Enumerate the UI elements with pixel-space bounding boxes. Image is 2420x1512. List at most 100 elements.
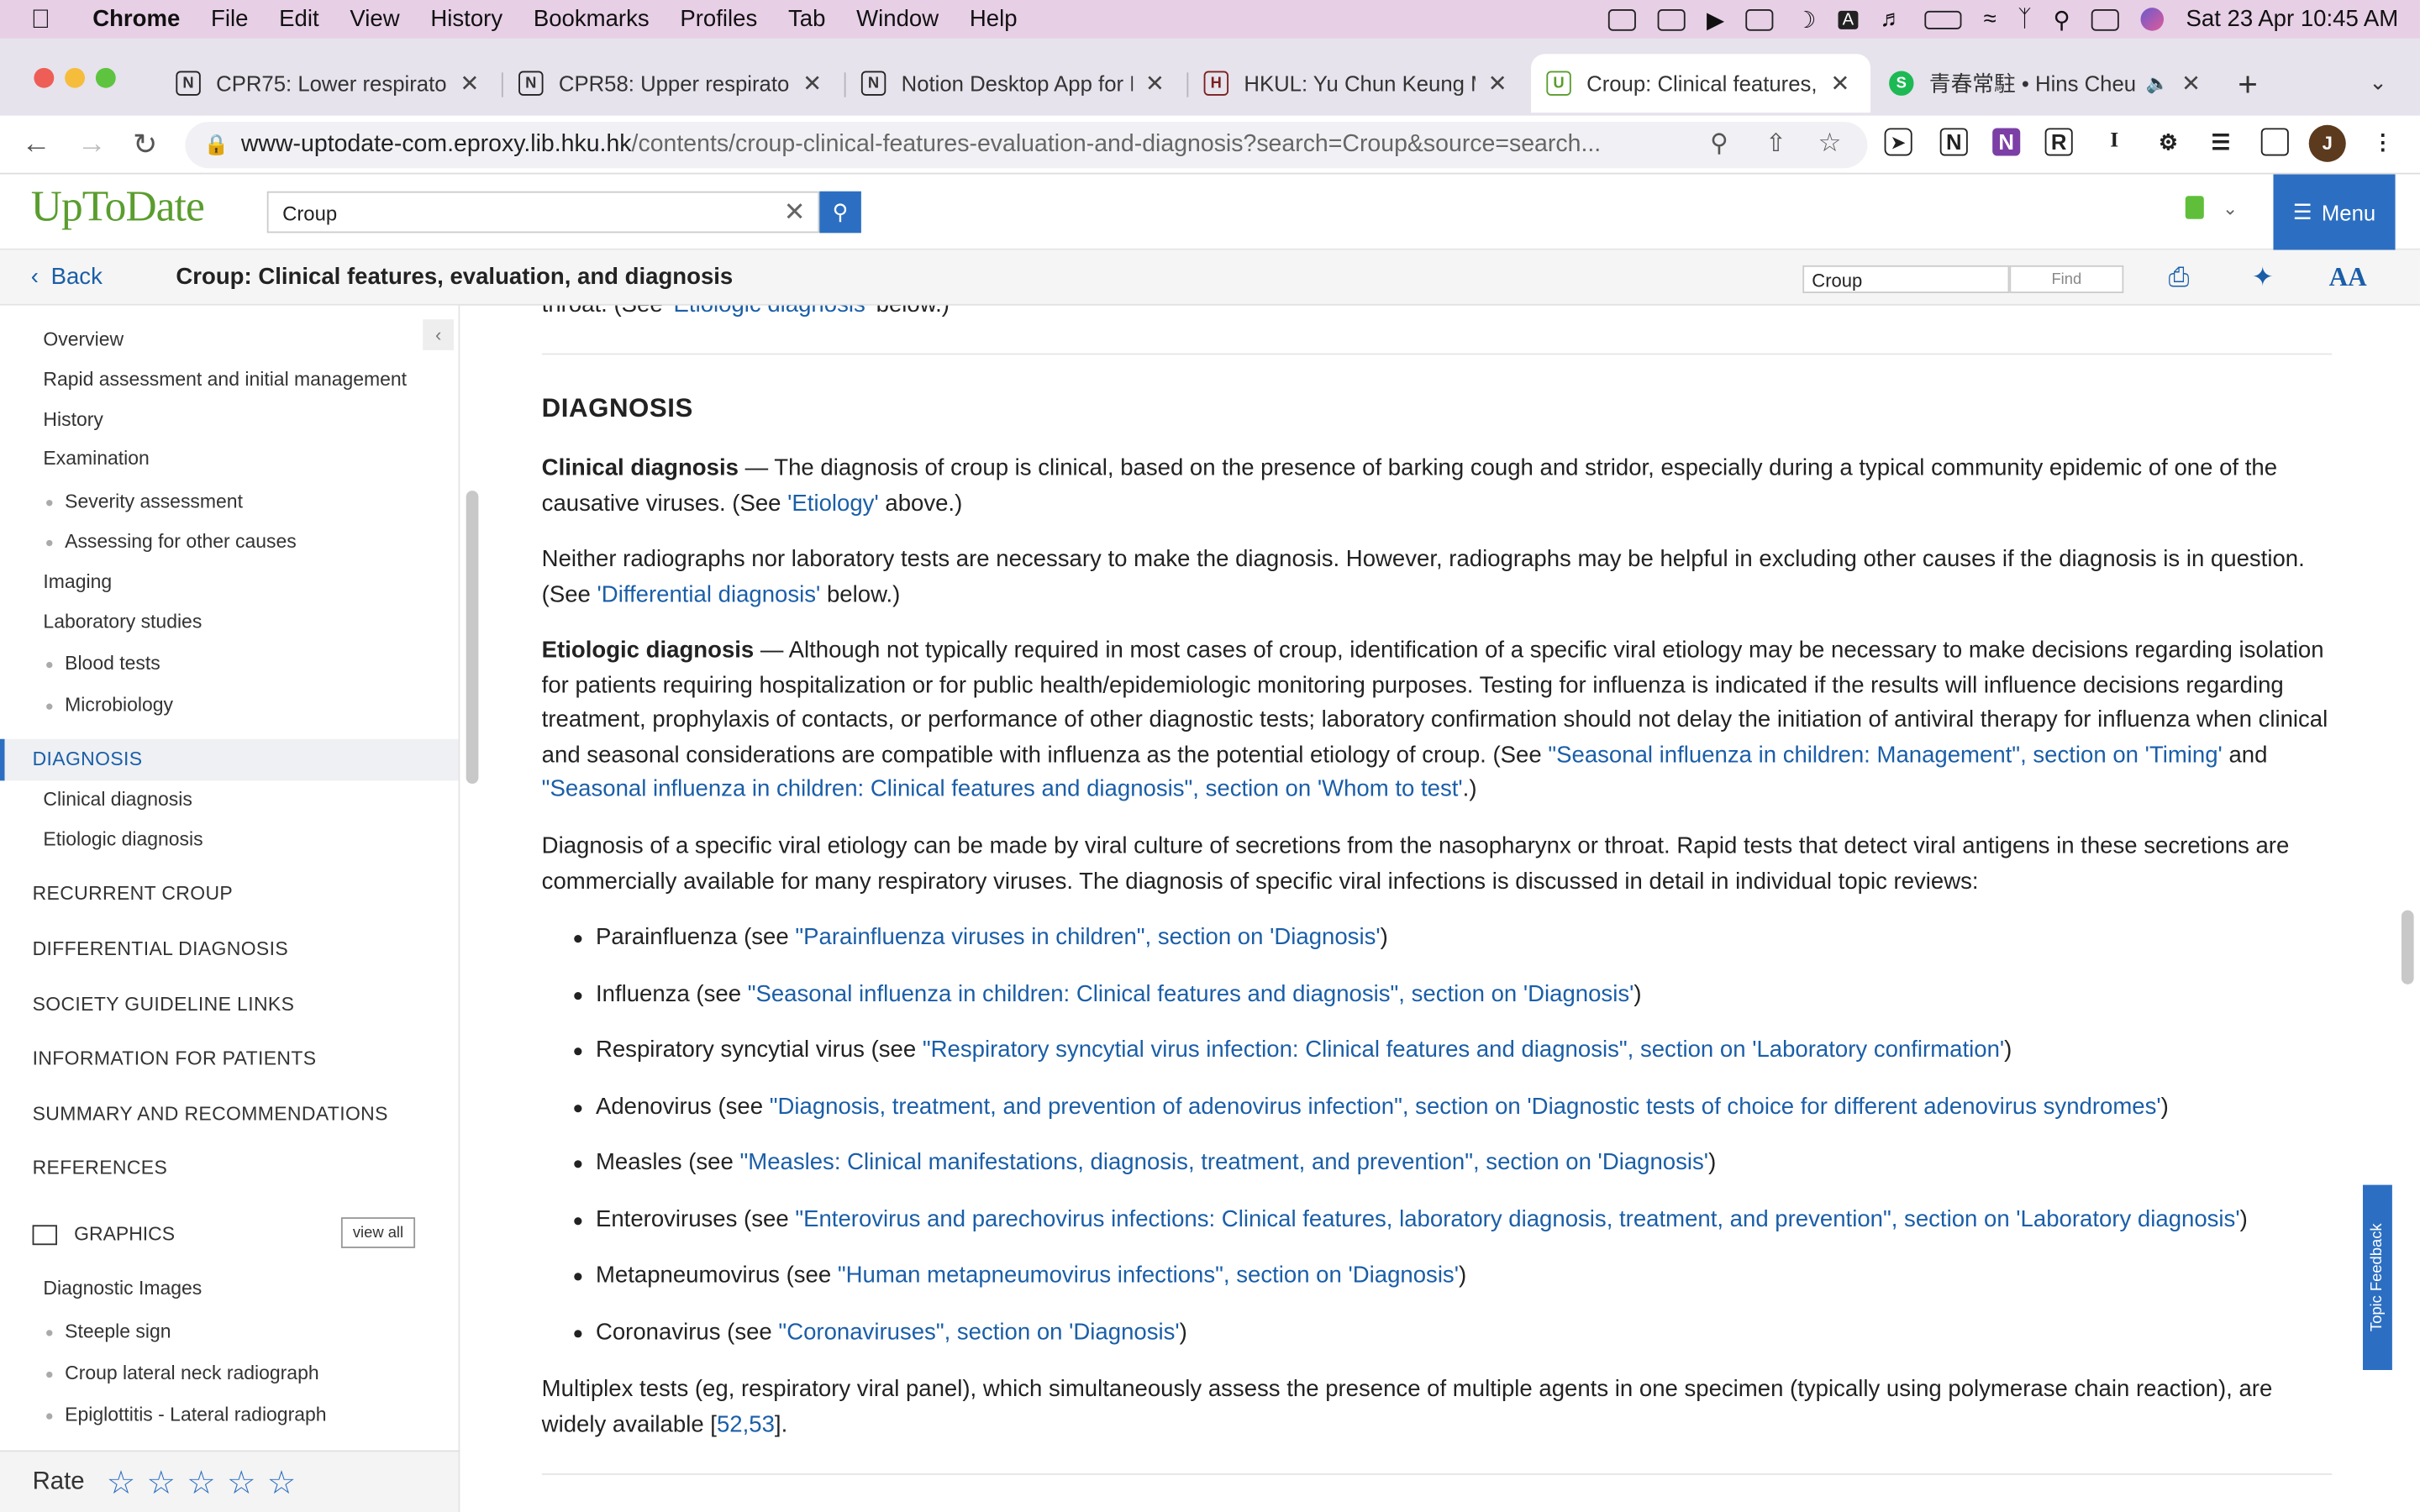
star-icon[interactable]: ☆ bbox=[107, 1464, 136, 1503]
evernote-icon[interactable] bbox=[2185, 196, 2204, 219]
drive-icon[interactable] bbox=[1607, 8, 1636, 30]
close-tab-icon[interactable]: ✕ bbox=[1488, 70, 1507, 97]
sidebar-scrollbar[interactable] bbox=[466, 491, 479, 785]
adenovirus-link[interactable]: "Diagnosis, treatment, and prevention of… bbox=[770, 1094, 2161, 1120]
menu-edit[interactable]: Edit bbox=[279, 6, 318, 32]
menu-bookmarks[interactable]: Bookmarks bbox=[534, 6, 650, 32]
bookmark-star-icon[interactable]: ☆ bbox=[1818, 128, 1842, 159]
sidebar-item-history[interactable]: History bbox=[43, 409, 103, 431]
enterovirus-link[interactable]: "Enterovirus and parechovirus infections… bbox=[795, 1206, 2239, 1232]
search-button[interactable]: ⚲ bbox=[819, 191, 861, 234]
clear-search-icon[interactable]: ✕ bbox=[784, 197, 806, 228]
play-icon[interactable]: ▶ bbox=[1707, 5, 1724, 33]
sidebar-item-patient-info[interactable]: INFORMATION FOR PATIENTS bbox=[33, 1047, 317, 1069]
star-icon[interactable]: ☆ bbox=[146, 1464, 176, 1503]
view-all-button[interactable]: view all bbox=[340, 1217, 416, 1248]
calendar-icon[interactable] bbox=[1657, 8, 1686, 30]
share-icon[interactable]: ⇧ bbox=[1765, 128, 1786, 159]
moon-icon[interactable]: ☽ bbox=[1796, 5, 1817, 33]
font-size-icon[interactable]: AA bbox=[2329, 262, 2367, 293]
sidebar-item-differential[interactable]: DIFFERENTIAL DIAGNOSIS bbox=[33, 938, 288, 960]
tab-hkul[interactable]: H HKUL: Yu Chun Keung M ✕ bbox=[1188, 54, 1528, 113]
tab-croup-active[interactable]: U Croup: Clinical features, e ✕ bbox=[1531, 54, 1871, 113]
battery-icon[interactable] bbox=[1924, 9, 1962, 29]
sidebar-item-etiologic-diagnosis[interactable]: Etiologic diagnosis bbox=[43, 828, 203, 850]
sidebar-item-other-causes[interactable]: Assessing for other causes bbox=[46, 531, 297, 553]
notion-extension-icon[interactable]: N bbox=[1939, 128, 1968, 156]
menu-button[interactable]: ☰ Menu bbox=[2273, 174, 2396, 250]
rsv-link[interactable]: "Respiratory syncytial virus infection: … bbox=[923, 1037, 2004, 1063]
sidebar-item-recurrent-croup[interactable]: RECURRENT CROUP bbox=[33, 883, 234, 905]
menu-tab[interactable]: Tab bbox=[788, 6, 825, 32]
menu-view[interactable]: View bbox=[350, 6, 399, 32]
side-panel-icon[interactable] bbox=[2260, 128, 2289, 156]
close-tab-icon[interactable]: ✕ bbox=[460, 70, 479, 97]
sidebar-item-imaging[interactable]: Imaging bbox=[43, 571, 112, 593]
readwise-extension-icon[interactable]: R bbox=[2044, 128, 2073, 156]
parainfluenza-link[interactable]: "Parainfluenza viruses in children", sec… bbox=[795, 924, 1380, 950]
find-button[interactable]: Find bbox=[2009, 265, 2124, 293]
coronavirus-link[interactable]: "Coronaviruses", section on 'Diagnosis' bbox=[778, 1319, 1179, 1345]
spotlight-search-icon[interactable]: ⚲ bbox=[2054, 5, 2070, 33]
sidebar-item-severity[interactable]: Severity assessment bbox=[46, 491, 243, 512]
collapse-sidebar-icon[interactable]: ‹ bbox=[423, 319, 454, 350]
back-arrow-icon[interactable]: ← bbox=[22, 128, 51, 161]
siri-icon[interactable] bbox=[2141, 8, 2165, 31]
topic-feedback-button[interactable]: Topic Feedback bbox=[2362, 1184, 2392, 1370]
feedly-extension-icon[interactable]: ➤ bbox=[1884, 128, 1912, 156]
display-icon[interactable] bbox=[1745, 8, 1775, 30]
menu-history[interactable]: History bbox=[430, 6, 502, 32]
close-tab-icon[interactable]: ✕ bbox=[802, 70, 822, 97]
headphones-icon[interactable]: ♬ bbox=[1880, 6, 1903, 32]
menu-window[interactable]: Window bbox=[856, 6, 939, 32]
sidebar-item-overview[interactable]: Overview bbox=[43, 328, 124, 350]
influenza-management-link[interactable]: "Seasonal influenza in children: Managem… bbox=[1548, 742, 2222, 768]
address-bar[interactable]: 🔒 www-uptodate-com.eproxy.lib.hku.hk/con… bbox=[185, 122, 1868, 169]
kebab-menu-icon[interactable]: ⋮ bbox=[2369, 128, 2396, 155]
apple-icon[interactable]:  bbox=[31, 4, 62, 35]
minimize-window-button[interactable] bbox=[65, 67, 86, 88]
close-window-button[interactable] bbox=[34, 67, 55, 88]
sidebar-item-guidelines[interactable]: SOCIETY GUIDELINE LINKS bbox=[33, 994, 295, 1016]
influenza-link[interactable]: "Seasonal influenza in children: Clinica… bbox=[748, 981, 1634, 1007]
onenote-extension-icon[interactable]: N bbox=[1992, 128, 2021, 156]
sidebar-item-diagnostic-images[interactable]: Diagnostic Images bbox=[43, 1278, 202, 1299]
print-icon[interactable]: ⎙ bbox=[2169, 262, 2190, 293]
menu-app-name[interactable]: Chrome bbox=[92, 6, 180, 32]
close-tab-icon[interactable]: ✕ bbox=[1830, 70, 1849, 97]
tab-spotify[interactable]: S 青春常駐 • Hins Cheu 🔈 ✕ bbox=[1874, 54, 2217, 113]
sidebar-item-summary[interactable]: SUMMARY AND RECOMMENDATIONS bbox=[33, 1103, 388, 1125]
star-icon[interactable]: ☆ bbox=[227, 1464, 256, 1503]
find-input[interactable]: Croup bbox=[1802, 265, 2010, 293]
back-link[interactable]: ‹ Back bbox=[31, 264, 103, 290]
wifi-icon[interactable]: ≈ bbox=[1983, 6, 1996, 32]
tab-cpr75[interactable]: N CPR75: Lower respirator ✕ bbox=[160, 54, 500, 113]
sidebar-item-diagnosis[interactable]: DIAGNOSIS bbox=[33, 748, 143, 770]
tab-search-chevron-icon[interactable]: ⌄ bbox=[2369, 70, 2387, 96]
profile-avatar[interactable]: J bbox=[2308, 124, 2346, 162]
control-center-icon[interactable] bbox=[2091, 8, 2120, 30]
differential-diagnosis-link[interactable]: 'Differential diagnosis' bbox=[597, 581, 821, 607]
reload-icon[interactable]: ↻ bbox=[133, 128, 157, 163]
sidebar-item-steeple-sign[interactable]: Steeple sign bbox=[46, 1320, 171, 1342]
sidebar-item-examination[interactable]: Examination bbox=[43, 448, 149, 470]
star-icon[interactable]: ☆ bbox=[187, 1464, 216, 1503]
speaker-icon[interactable]: 🔈 bbox=[2146, 72, 2169, 94]
instapaper-extension-icon[interactable]: I bbox=[2101, 128, 2128, 155]
tab-cpr58[interactable]: N CPR58: Upper respirator ✕ bbox=[503, 54, 843, 113]
share-icon[interactable]: ✦ bbox=[2252, 262, 2274, 293]
reading-list-icon[interactable]: ☰ bbox=[2207, 128, 2234, 155]
new-tab-icon[interactable]: + bbox=[2238, 65, 2258, 105]
metapneumovirus-link[interactable]: "Human metapneumovirus infections", sect… bbox=[838, 1262, 1459, 1288]
uptodate-logo[interactable]: UpToDate bbox=[31, 184, 205, 234]
zoom-icon[interactable]: ⚲ bbox=[1710, 128, 1728, 159]
influenza-whom-to-test-link[interactable]: "Seasonal influenza in children: Clinica… bbox=[542, 777, 1463, 803]
input-source-icon[interactable]: A bbox=[1838, 9, 1859, 29]
bluetooth-icon[interactable]: ᛉ bbox=[2018, 6, 2032, 32]
forward-arrow-icon[interactable]: → bbox=[77, 128, 107, 161]
close-tab-icon[interactable]: ✕ bbox=[2181, 70, 2201, 97]
menu-profiles[interactable]: Profiles bbox=[680, 6, 757, 32]
etiology-link[interactable]: 'Etiology' bbox=[787, 490, 879, 516]
menu-help[interactable]: Help bbox=[970, 6, 1018, 32]
sidebar-item-microbiology[interactable]: Microbiology bbox=[46, 695, 173, 716]
